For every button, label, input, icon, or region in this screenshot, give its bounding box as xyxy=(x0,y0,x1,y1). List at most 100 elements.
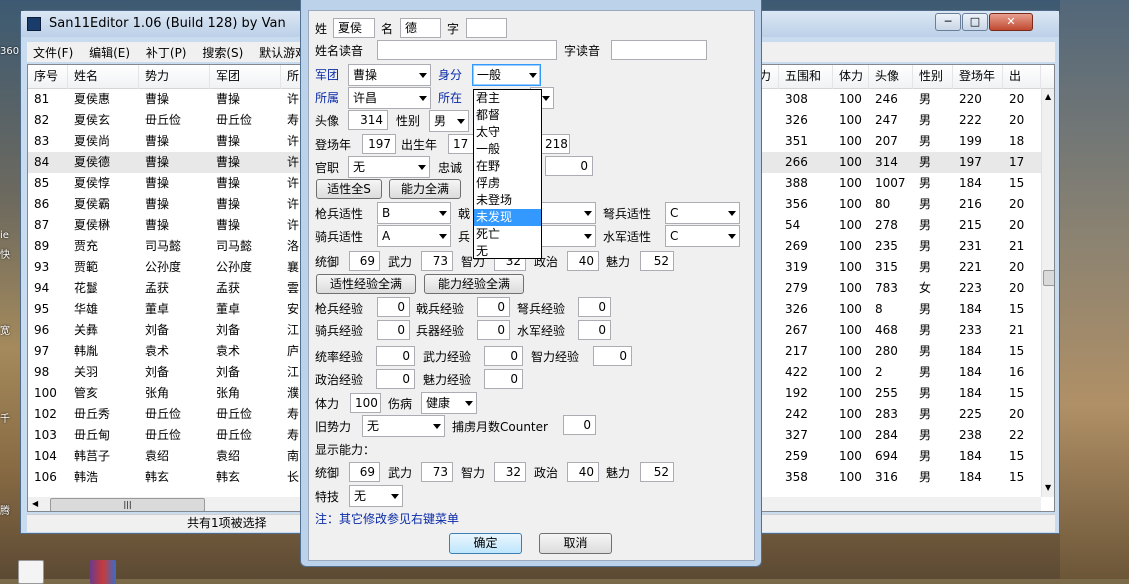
scroll-left-arrow[interactable]: ◀ xyxy=(32,499,38,508)
status-option[interactable]: 未登场 xyxy=(474,192,541,209)
captive-field[interactable]: 0 xyxy=(563,415,596,435)
sex-select[interactable]: 男 xyxy=(429,110,469,132)
menu-file[interactable]: 文件(F) xyxy=(27,42,79,63)
status-label[interactable]: 身分 xyxy=(438,67,462,83)
desktop-icon-tencent[interactable]: 腾 xyxy=(0,502,22,517)
name-reading-field[interactable] xyxy=(377,40,557,60)
vertical-scrollbar[interactable]: ▲ ▼ xyxy=(1041,89,1054,497)
col-header-army[interactable]: 军团 xyxy=(210,65,281,89)
menu-search[interactable]: 搜索(S) xyxy=(196,42,249,63)
display-charm-field[interactable]: 52 xyxy=(640,462,674,482)
cell-face: 284 xyxy=(875,428,898,442)
desktop-icon-ie[interactable]: ie xyxy=(0,230,22,241)
hp-field[interactable]: 100 xyxy=(350,393,381,413)
col-header-total[interactable]: 五围和 xyxy=(779,65,833,89)
winrar-icon[interactable] xyxy=(90,560,116,584)
desktop-icon-qian[interactable]: 千 xyxy=(0,410,22,425)
close-button[interactable]: ✕ xyxy=(989,13,1033,31)
ok-button[interactable]: 确定 xyxy=(449,533,522,554)
cavalry-exp-field[interactable]: 0 xyxy=(377,320,410,340)
ability-exp-full-button[interactable]: 能力经验全满 xyxy=(424,274,524,294)
desktop-icon-360[interactable]: 360 xyxy=(0,46,22,57)
status-option[interactable]: 未发现 xyxy=(474,209,541,226)
crossbow-exp-field[interactable]: 0 xyxy=(578,297,611,317)
col-header-hp[interactable]: 体力 xyxy=(833,65,869,89)
display-int-field[interactable]: 32 xyxy=(494,462,526,482)
col-header-name[interactable]: 姓名 xyxy=(68,65,139,89)
style-name-field[interactable] xyxy=(466,18,507,38)
status-option[interactable]: 一般 xyxy=(474,141,541,158)
office-select[interactable]: 无 xyxy=(348,156,430,178)
int-exp-field[interactable]: 0 xyxy=(593,346,632,366)
horizontal-scroll-thumb[interactable]: ||| xyxy=(50,498,205,511)
loyalty-field[interactable]: 0 xyxy=(545,156,593,176)
status-option[interactable]: 俘虏 xyxy=(474,175,541,192)
skill-select[interactable]: 无 xyxy=(349,485,403,507)
col-header-face[interactable]: 头像 xyxy=(869,65,913,89)
face-field[interactable]: 314 xyxy=(348,110,388,130)
war-exp-field[interactable]: 0 xyxy=(484,346,523,366)
army-label[interactable]: 军团 xyxy=(315,67,339,83)
display-war-field[interactable]: 73 xyxy=(421,462,453,482)
given-name-field[interactable]: 德 xyxy=(400,18,441,38)
halberd-apt-select[interactable] xyxy=(538,202,596,224)
charm-field[interactable]: 52 xyxy=(640,251,674,271)
lead-exp-field[interactable]: 0 xyxy=(376,346,415,366)
weapon-apt-select[interactable] xyxy=(538,225,596,247)
style-reading-field[interactable] xyxy=(611,40,707,60)
aptitude-all-s-button[interactable]: 适性全S xyxy=(316,179,382,199)
col-header-no[interactable]: 序号 xyxy=(28,65,68,89)
document-icon[interactable] xyxy=(18,560,44,584)
charm-exp-field[interactable]: 0 xyxy=(484,369,523,389)
halberd-exp-field[interactable]: 0 xyxy=(477,297,510,317)
navy-apt-select[interactable]: C xyxy=(665,225,740,247)
politics-exp-field[interactable]: 0 xyxy=(376,369,415,389)
col-header-sex[interactable]: 性别 xyxy=(913,65,953,89)
lead-field[interactable]: 69 xyxy=(349,251,380,271)
desktop-icon-broadband[interactable]: 宽 xyxy=(0,322,22,337)
col-header-birth[interactable]: 出 xyxy=(1003,65,1041,89)
status-dropdown-list[interactable]: 君主 都督 太守 一般 在野 俘虏 未登场 未发现 死亡无 xyxy=(473,89,542,259)
col-header-faction[interactable]: 势力 xyxy=(139,65,210,89)
cavalry-apt-select[interactable]: A xyxy=(377,225,451,247)
belong-select[interactable]: 许昌 xyxy=(348,87,431,109)
birth-year-field[interactable]: 17 xyxy=(448,134,474,154)
aptitude-exp-full-button[interactable]: 适性经验全满 xyxy=(316,274,416,294)
status-option[interactable]: 太守 xyxy=(474,124,541,141)
weapon-exp-field[interactable]: 0 xyxy=(477,320,510,340)
old-faction-select[interactable]: 无 xyxy=(362,415,445,437)
desktop-icon-quick[interactable]: 快 xyxy=(0,246,22,261)
status-option[interactable]: 死亡 xyxy=(474,226,541,243)
army-select[interactable]: 曹操 xyxy=(348,64,431,86)
politics-field[interactable]: 40 xyxy=(567,251,599,271)
spear-apt-select[interactable]: B xyxy=(377,202,451,224)
scroll-up-arrow[interactable]: ▲ xyxy=(1045,92,1051,101)
minimize-button[interactable]: ─ xyxy=(935,13,961,31)
menu-edit[interactable]: 编辑(E) xyxy=(83,42,136,63)
death-year-field[interactable]: 218 xyxy=(540,134,570,154)
display-pol-field[interactable]: 40 xyxy=(567,462,599,482)
surname-field[interactable]: 夏侯 xyxy=(333,18,375,38)
display-lead-field[interactable]: 69 xyxy=(349,462,380,482)
spear-exp-field[interactable]: 0 xyxy=(377,297,410,317)
status-option[interactable]: 在野 xyxy=(474,158,541,175)
cancel-button[interactable]: 取消 xyxy=(539,533,612,554)
crossbow-apt-select[interactable]: C xyxy=(665,202,740,224)
status-option[interactable]: 君主 xyxy=(474,90,541,107)
war-field[interactable]: 73 xyxy=(421,251,453,271)
cell-sex: 男 xyxy=(919,344,932,358)
navy-exp-field[interactable]: 0 xyxy=(578,320,611,340)
location-label[interactable]: 所在 xyxy=(438,90,462,106)
injury-select[interactable]: 健康 xyxy=(421,392,477,414)
col-header-appear[interactable]: 登场年 xyxy=(953,65,1003,89)
ability-full-button[interactable]: 能力全满 xyxy=(389,179,461,199)
scroll-down-arrow[interactable]: ▼ xyxy=(1045,483,1051,492)
vertical-scroll-thumb[interactable] xyxy=(1043,270,1054,286)
status-option[interactable]: 无 xyxy=(474,243,541,260)
maximize-button[interactable]: □ xyxy=(962,13,988,31)
belong-label[interactable]: 所属 xyxy=(315,90,339,106)
menu-patch[interactable]: 补丁(P) xyxy=(140,42,193,63)
appear-year-field[interactable]: 197 xyxy=(362,134,396,154)
status-option[interactable]: 都督 xyxy=(474,107,541,124)
status-select[interactable]: 一般 xyxy=(472,64,541,86)
